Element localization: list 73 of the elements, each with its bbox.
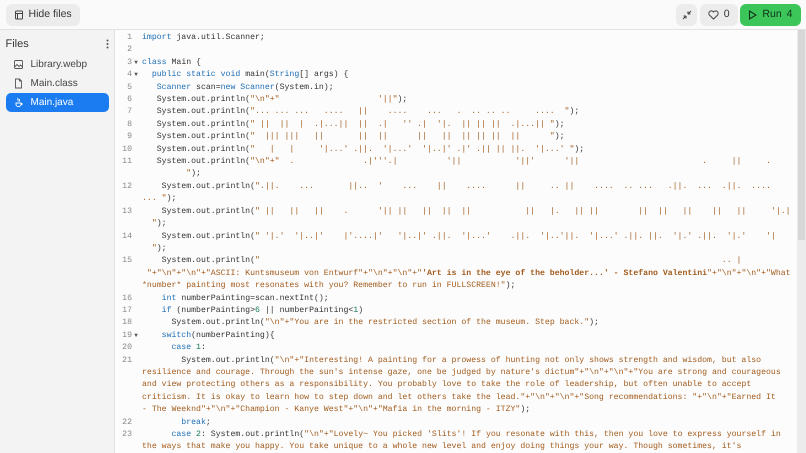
line-number: 20 <box>122 343 132 352</box>
code-line: case 1: <box>170 342 206 354</box>
file-item[interactable]: Main.class <box>6 74 108 93</box>
code-line: *number* painting most resonates with you? Remember to run in FULLSCREEN!"); <box>142 280 516 292</box>
collapse-button[interactable] <box>676 4 698 26</box>
code-line: criticism. It is okay to learn how to step down and let others take the lead."+"\n"+"\n"+"Song recommendations: "+"\n"+"Earned It <box>142 392 777 404</box>
line-number: 13 <box>122 206 132 216</box>
line-number: 11 <box>122 157 132 166</box>
code-line: Scanner scan=new Scanner(System.in); <box>156 82 334 94</box>
line-number: 9 <box>127 132 132 142</box>
line-number: 4 <box>127 70 132 80</box>
code-line: System.out.println(" || || | .|...|| || .| '' .| '|. || || || .|...|| "); <box>156 118 565 131</box>
code-line: case 2: System.out.println("\n"+"Lovely~ You picked 'Slits'! If you resonate with this, then you love to express yourself in <box>170 429 781 441</box>
line-number: 8 <box>127 120 132 129</box>
code-line: "+"\n"+"\n"+"ASCII: Kuntsmuseum von Entwurf"+"\n"+"\n"+"'Art is in the eye of the beholder...' - Stefano Valentini"+"\n"+"\n"+"What <box>146 268 791 280</box>
code-line: import java.util.Scanner; <box>142 32 265 44</box>
play-icon <box>748 10 758 20</box>
code-line: class Main { <box>142 56 201 69</box>
code-line: int numberPainting=scan.nextInt(); <box>160 292 329 305</box>
sidebar-title: Files <box>6 36 29 52</box>
heart-icon <box>708 10 719 20</box>
code-line: "); <box>150 242 168 255</box>
run-button[interactable]: Run 4 <box>740 4 800 26</box>
code-line: System.out.println(" ||| ||| || || || || || || || || || "); <box>156 131 565 144</box>
code-line: ... "); <box>142 193 178 206</box>
code-line: and view protecting others as a responsibility. You probably love to take the role of leadership, but often unable to accept <box>142 379 752 392</box>
code-line: System.out.println(" || || || . '|| || || || || || |. || || || || || || || '|.| <box>160 206 791 218</box>
code-line: break; <box>180 416 211 429</box>
line-number: 1 <box>127 33 132 42</box>
code-line: System.out.println(" '|.' '|..|' |'....|' '|..|' .||. '|...' .||. '|..'||. '|...' .||. ||. '|.' .||. '|.' '| <box>160 230 776 242</box>
line-number: 17 <box>122 306 132 315</box>
code-line: System.out.println("\n"+"Interesting! A painting for a prowess of hunting not only shows strength and wisdom, but also <box>180 354 762 367</box>
code-line: System.out.println("... ... ... .... || .... ... . .. .. .. .... "); <box>156 106 580 118</box>
code-line: "); <box>150 218 168 230</box>
panel-icon <box>14 10 24 20</box>
code-line: the ways that make you happy. You take unique to a whole new level and enjoy doing things your way. Though sometimes, it's <box>142 441 742 453</box>
line-number: 16 <box>122 294 132 303</box>
line-number: 7 <box>127 107 132 116</box>
code-line: - The Weeknd"+"\n"+"Champion - Kanye West"+"\n"+"Mafia in the morning - ITZY"); <box>142 404 532 416</box>
file-item[interactable]: Main.java <box>6 92 108 112</box>
image-icon <box>12 58 24 70</box>
line-number: 10 <box>122 144 132 154</box>
hide-files-button[interactable]: Hide files <box>6 4 80 26</box>
file-icon <box>12 78 24 89</box>
line-number: 3 <box>127 58 132 67</box>
cup-icon <box>12 96 24 108</box>
code-line: System.out.println(" | | '|...' .||. '|...' '|..|' .|' .|| || ||. '|...' "); <box>156 144 584 156</box>
code-line: System.out.println("\n"+" . .|'''.| '|| '||' '|| . || . <box>156 156 771 168</box>
code-line: resilience and courage. Through the sun's intense gaze, one be judged by nature's dictum"+"\n"+"\n"+"You are strong and courageous <box>142 366 781 379</box>
scrollbar[interactable] <box>797 30 806 453</box>
line-number: 19 <box>122 330 132 340</box>
line-number: 5 <box>127 82 132 92</box>
like-button[interactable]: 0 <box>700 4 738 26</box>
line-number: 23 <box>122 430 132 439</box>
code-line: "); <box>185 168 202 180</box>
more-icon[interactable] <box>106 38 108 49</box>
code-line: if (numberPainting>6 || numberPainting<1) <box>160 304 364 317</box>
line-number: 6 <box>127 95 132 104</box>
line-number: 12 <box>122 182 132 191</box>
code-line: public static void main(String[] args) { <box>150 69 348 82</box>
code-line: switch(numberPainting){ <box>160 330 275 342</box>
code-line: System.out.println(".||. ... ||.. ' ... || .... || .. || .... .. ... .||. ... .||. .... <box>160 180 771 193</box>
line-number: 22 <box>122 418 132 427</box>
line-number: 15 <box>122 256 132 266</box>
code-line: System.out.println(" .. | <box>160 255 742 268</box>
code-line: System.out.println("\n"+"You are in the restricted section of the museum. Step back."); <box>170 317 599 330</box>
line-number: 14 <box>122 232 132 240</box>
line-number: 18 <box>122 318 132 328</box>
file-item[interactable]: Library.webp <box>6 54 108 74</box>
code-line: System.out.println("\n"+" '||"); <box>156 94 408 106</box>
line-number: 2 <box>127 45 132 54</box>
line-number: 21 <box>122 356 132 365</box>
collapse-icon <box>682 10 692 20</box>
